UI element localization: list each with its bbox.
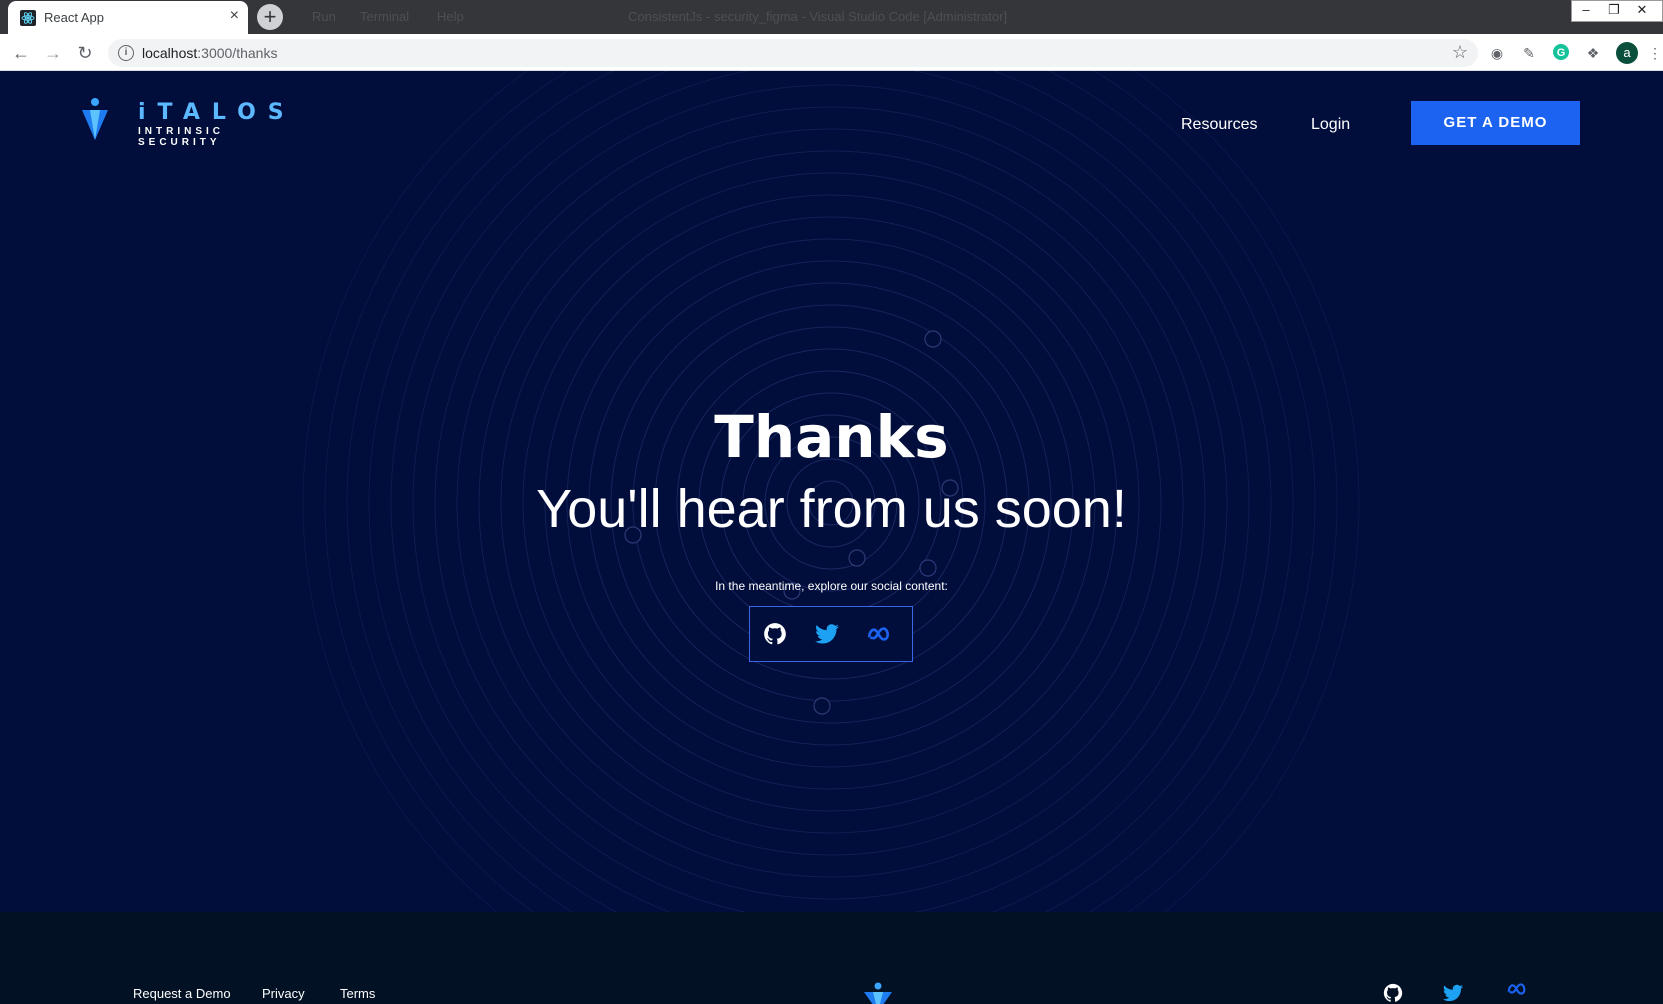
- browser-tab[interactable]: React App ×: [8, 1, 248, 34]
- new-tab-button[interactable]: +: [257, 4, 283, 30]
- bookmark-star-icon[interactable]: ☆: [1452, 42, 1468, 63]
- logo-wordmark: iTALOS: [138, 100, 296, 125]
- extension-eyedropper-icon[interactable]: ✎: [1519, 43, 1539, 63]
- forward-icon[interactable]: →: [42, 42, 64, 64]
- thanks-heading: Thanks: [714, 403, 949, 471]
- address-bar[interactable]: i localhost:3000/thanks ☆: [108, 39, 1478, 67]
- ring-node: [813, 697, 831, 715]
- extension-owl-icon[interactable]: ◉: [1487, 43, 1507, 63]
- browser-tabstrip: React App × + Run Terminal Help Consiste…: [0, 0, 1663, 34]
- thanks-subheading: You'll hear from us soon!: [536, 479, 1127, 539]
- tab-close-icon[interactable]: ×: [230, 7, 239, 25]
- back-icon[interactable]: ←: [10, 42, 32, 64]
- meta-icon[interactable]: [866, 621, 892, 647]
- footer-privacy-link[interactable]: Privacy: [262, 986, 305, 1001]
- italos-logo[interactable]: iTALOS INTRINSIC SECURITY: [80, 98, 310, 148]
- browser-toolbar: ← → ↻ i localhost:3000/thanks ☆ ◉ ✎ G ❖ …: [0, 34, 1663, 71]
- tab-title: React App: [44, 10, 104, 25]
- extension-grammarly-icon[interactable]: G: [1551, 43, 1571, 63]
- footer-twitter-icon[interactable]: [1442, 982, 1464, 1004]
- background-window-title: ConsistentJs - security_figma - Visual S…: [628, 9, 1008, 24]
- site-footer: Request a Demo Privacy Terms: [0, 912, 1663, 1004]
- reload-icon[interactable]: ↻: [74, 42, 96, 64]
- window-controls: – ❐ ✕: [1571, 0, 1663, 22]
- ring-node: [848, 549, 866, 567]
- restore-icon[interactable]: ❐: [1600, 1, 1628, 19]
- svg-text:G: G: [1557, 47, 1566, 59]
- footer-logo-mark-icon[interactable]: [863, 982, 893, 1004]
- social-prompt-text: In the meantime, explore our social cont…: [715, 579, 948, 593]
- github-icon[interactable]: [762, 621, 788, 647]
- footer-terms-link[interactable]: Terms: [340, 986, 375, 1001]
- footer-meta-icon[interactable]: [1506, 978, 1528, 1000]
- twitter-icon[interactable]: [814, 621, 840, 647]
- footer-request-demo-link[interactable]: Request a Demo: [133, 986, 231, 1001]
- logo-tagline: INTRINSIC SECURITY: [138, 126, 224, 148]
- url-text[interactable]: localhost:3000/thanks: [142, 45, 277, 61]
- close-window-icon[interactable]: ✕: [1628, 1, 1656, 19]
- background-menu-run: Run: [312, 9, 336, 24]
- browser-menu-icon[interactable]: ⋮: [1645, 43, 1663, 63]
- footer-github-icon[interactable]: [1382, 982, 1404, 1004]
- italos-logo-mark-icon: [82, 98, 108, 140]
- nav-resources-link[interactable]: Resources: [1181, 116, 1257, 134]
- profile-avatar[interactable]: a: [1616, 42, 1638, 64]
- extensions-puzzle-icon[interactable]: ❖: [1583, 43, 1603, 63]
- background-menu-terminal: Terminal: [360, 9, 410, 24]
- get-a-demo-button[interactable]: GET A DEMO: [1411, 101, 1580, 145]
- site-info-icon[interactable]: i: [118, 45, 134, 61]
- minimize-icon[interactable]: –: [1572, 1, 1600, 19]
- background-menu-help: Help: [437, 9, 464, 24]
- react-favicon-icon: [20, 10, 36, 26]
- nav-login-link[interactable]: Login: [1311, 116, 1350, 134]
- social-links-box: [749, 606, 913, 662]
- ring-node: [919, 559, 937, 577]
- ring-node: [924, 330, 942, 348]
